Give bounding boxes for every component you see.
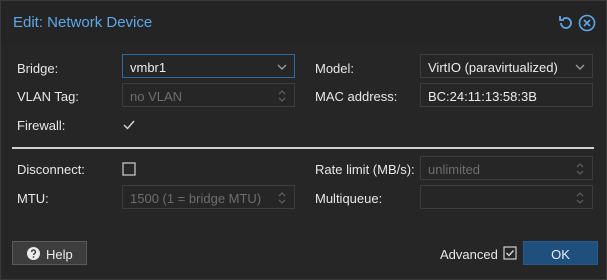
dialog-titlebar: Edit: Network Device [1,1,606,45]
bridge-value: vmbr1 [130,60,167,75]
spinner-icon[interactable] [574,191,586,205]
ok-button[interactable]: OK [523,241,598,265]
disconnect-checkbox[interactable] [122,162,136,176]
question-circle-icon [27,247,40,260]
rate-limit-field[interactable]: unlimited [420,156,593,180]
rate-limit-label: Rate limit (MB/s): [315,162,415,177]
rate-limit-placeholder: unlimited [428,162,481,177]
dialog-title: Edit: Network Device [13,14,153,31]
network-device-dialog: Edit: Network Device Bridge: vmbr1 Model… [0,0,607,280]
section-divider [12,147,594,149]
bridge-label: Bridge: [17,61,59,76]
close-icon[interactable] [578,14,596,32]
model-select[interactable]: VirtIO (paravirtualized) [420,54,593,78]
spinner-icon[interactable] [276,89,288,103]
mac-address-label: MAC address: [315,89,398,104]
spinner-icon[interactable] [574,162,586,176]
chevron-down-icon[interactable] [276,60,288,74]
mtu-field[interactable]: 1500 (1 = bridge MTU) [122,185,295,209]
multiqueue-label: Multiqueue: [315,191,383,206]
reset-icon[interactable] [557,14,575,32]
vlan-tag-label: VLAN Tag: [17,89,79,104]
mtu-label: MTU: [17,191,49,206]
vlan-tag-placeholder: no VLAN [130,89,183,104]
chevron-down-icon[interactable] [574,60,586,74]
model-label: Model: [315,61,355,76]
disconnect-label: Disconnect: [17,162,85,177]
mtu-placeholder: 1500 (1 = bridge MTU) [130,191,262,206]
advanced-label: Advanced [440,247,498,262]
help-button[interactable]: Help [12,241,87,265]
spinner-icon[interactable] [276,191,288,205]
vlan-tag-field[interactable]: no VLAN [122,83,295,107]
mac-address-field[interactable]: BC:24:11:13:58:3B [420,83,593,107]
ok-label: OK [551,247,570,262]
model-value: VirtIO (paravirtualized) [428,60,558,75]
advanced-checkbox[interactable] [503,246,517,260]
multiqueue-field[interactable] [420,185,593,209]
mac-address-value: BC:24:11:13:58:3B [428,89,537,104]
firewall-checkbox[interactable] [122,118,136,132]
firewall-label: Firewall: [17,118,66,133]
help-label: Help [46,247,73,262]
bridge-select[interactable]: vmbr1 [122,54,295,78]
